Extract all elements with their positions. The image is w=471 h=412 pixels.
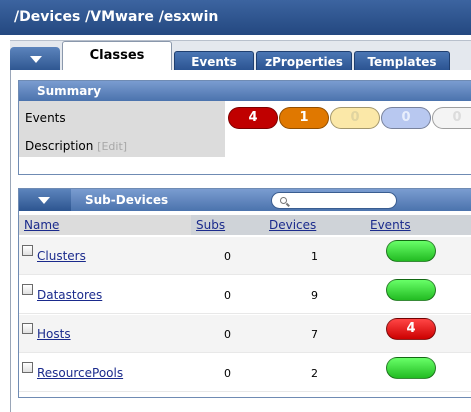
event-severity-pills: 4 1 0 0 0 xyxy=(228,107,471,129)
row-checkbox[interactable] xyxy=(22,362,33,373)
subdevices-panel: Sub-Devices Name Subs Devices Events Clu… xyxy=(18,188,471,398)
events-label: Events xyxy=(25,111,66,125)
table-row: Hosts 0 7 4 xyxy=(19,315,471,353)
tab-zproperties[interactable]: zProperties xyxy=(256,51,352,71)
stats-columns-bg xyxy=(191,215,471,235)
subdevices-menu-button[interactable] xyxy=(19,189,71,211)
event-count-warning: 0 xyxy=(350,110,360,125)
summary-panel: Summary Events Description [Edit] 4 1 0 … xyxy=(18,80,471,175)
row-event-status[interactable]: 4 xyxy=(386,318,436,340)
chevron-down-icon xyxy=(30,56,42,63)
row-checkbox[interactable] xyxy=(22,284,33,295)
breadcrumb-header: /Devices /VMware /esxwin xyxy=(0,0,471,35)
search-icon xyxy=(280,197,287,204)
row-devices-count: 2 xyxy=(311,367,318,380)
row-subs-count: 0 xyxy=(224,250,231,263)
search-input[interactable] xyxy=(292,194,392,207)
row-event-status[interactable] xyxy=(386,240,436,262)
row-devices-count: 7 xyxy=(311,328,318,341)
tab-classes-label: Classes xyxy=(89,48,145,63)
description-label: Description xyxy=(25,139,94,153)
row-devices-count: 9 xyxy=(311,289,318,302)
row-checkbox[interactable] xyxy=(22,323,33,334)
table-row: Datastores 0 9 xyxy=(19,276,471,314)
column-subs-header[interactable]: Subs xyxy=(196,218,225,232)
tab-zproperties-label: zProperties xyxy=(265,55,343,69)
event-pill-critical[interactable]: 4 xyxy=(228,107,278,129)
row-event-status[interactable] xyxy=(386,279,436,301)
column-events-header[interactable]: Events xyxy=(370,218,411,232)
tab-classes[interactable]: Classes xyxy=(62,41,172,72)
row-event-count: 4 xyxy=(406,321,416,336)
event-pill-info[interactable]: 0 xyxy=(381,107,431,129)
row-checkbox[interactable] xyxy=(22,245,33,256)
tab-menu-button[interactable] xyxy=(10,47,60,71)
chevron-down-icon xyxy=(38,197,50,204)
subdevices-header: Sub-Devices xyxy=(19,189,471,211)
row-subs-count: 0 xyxy=(224,328,231,341)
row-name-link[interactable]: Datastores xyxy=(37,288,102,302)
row-name-link[interactable]: ResourcePools xyxy=(37,366,123,380)
row-name-link[interactable]: Hosts xyxy=(37,327,71,341)
event-pill-error[interactable]: 1 xyxy=(279,107,329,129)
description-label-row: Description [Edit] xyxy=(25,139,127,153)
row-subs-count: 0 xyxy=(224,289,231,302)
tab-events-label: Events xyxy=(191,55,237,69)
summary-labels: Events Description [Edit] xyxy=(19,101,225,157)
column-name-header[interactable]: Name xyxy=(24,218,59,232)
row-name-link[interactable]: Clusters xyxy=(37,249,86,263)
event-count-info: 0 xyxy=(401,110,411,125)
table-row: ResourcePools 0 2 xyxy=(19,354,471,392)
column-devices-header[interactable]: Devices xyxy=(269,218,316,232)
row-devices-count: 1 xyxy=(311,250,318,263)
row-event-status[interactable] xyxy=(386,357,436,379)
event-count-error: 1 xyxy=(299,110,309,125)
tab-events[interactable]: Events xyxy=(174,51,254,71)
table-header: Name Subs Devices Events xyxy=(19,215,471,235)
table-row: Clusters 0 1 xyxy=(19,237,471,275)
summary-title: Summary xyxy=(37,84,102,98)
tab-templates-label: Templates xyxy=(367,55,437,69)
summary-header: Summary xyxy=(19,81,471,101)
event-count-critical: 4 xyxy=(248,110,258,125)
row-subs-count: 0 xyxy=(224,367,231,380)
event-count-debug: 0 xyxy=(452,110,462,125)
search-box[interactable] xyxy=(271,192,397,209)
event-pill-debug[interactable]: 0 xyxy=(432,107,471,129)
event-pill-warning[interactable]: 0 xyxy=(330,107,380,129)
tab-bar: Classes Events zProperties Templates xyxy=(10,40,471,72)
edit-description-link[interactable]: [Edit] xyxy=(97,140,127,153)
tab-templates[interactable]: Templates xyxy=(354,51,450,71)
subdevices-title: Sub-Devices xyxy=(85,193,169,207)
breadcrumb-path: /Devices /VMware /esxwin xyxy=(14,9,219,25)
